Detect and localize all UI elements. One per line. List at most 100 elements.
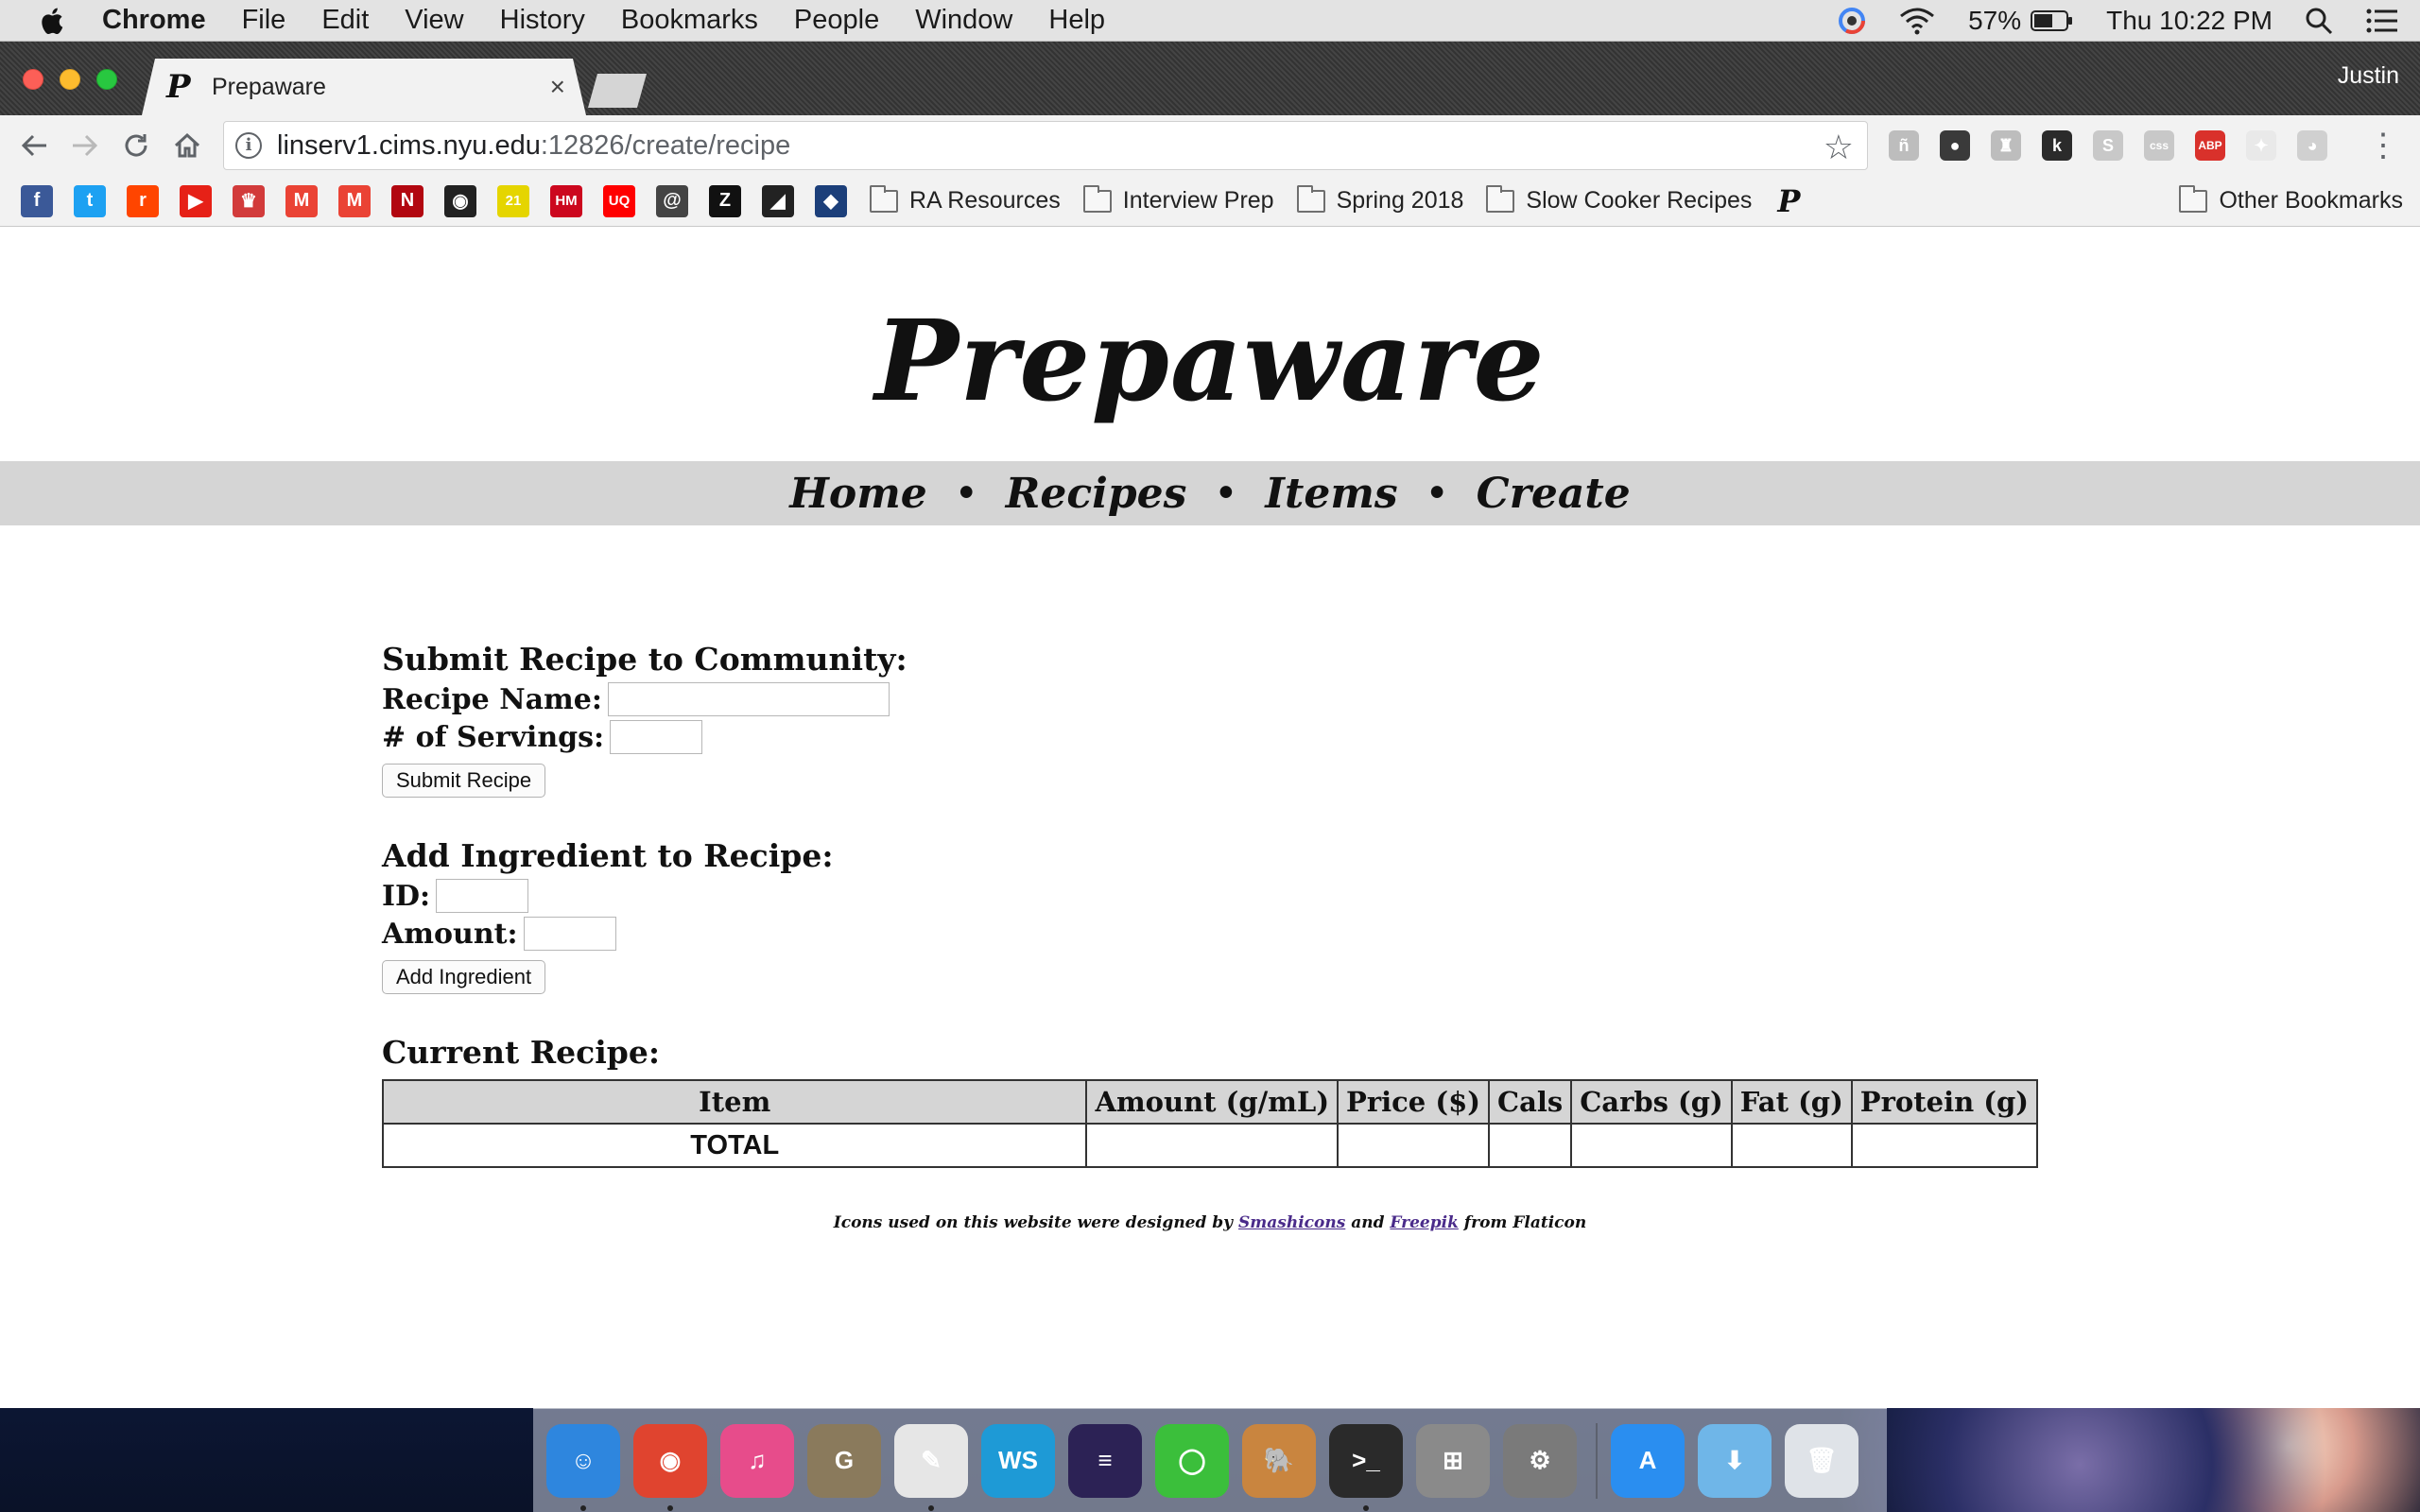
forward-arrow-icon[interactable] (66, 127, 104, 164)
green-ring-dock-icon[interactable]: ◯ (1155, 1423, 1229, 1498)
menu-window[interactable]: Window (915, 5, 1012, 36)
menu-history[interactable]: History (500, 5, 585, 36)
recipe-name-input[interactable] (607, 682, 890, 716)
bookmark-folder-slow-cooker-recipes[interactable]: Slow Cooker Recipes (1486, 184, 1752, 215)
finder-dock-icon[interactable]: ☺ (546, 1423, 620, 1511)
menu-file[interactable]: File (242, 5, 286, 36)
terminal-dock-icon[interactable]: >_ (1329, 1423, 1403, 1511)
menu-bookmarks[interactable]: Bookmarks (621, 5, 758, 36)
submit-recipe-button[interactable]: Submit Recipe (382, 764, 546, 798)
submit-recipe-heading: Submit Recipe to Community: (382, 641, 908, 678)
gmail-icon[interactable]: M (285, 184, 318, 217)
menu-help[interactable]: Help (1048, 5, 1105, 36)
trash-dock-icon[interactable]: 🗑 (1785, 1423, 1858, 1498)
adblock-plus-icon[interactable]: ABP (2195, 130, 2225, 161)
21-icon[interactable]: 21 (497, 184, 529, 217)
tab-prepaware[interactable]: P Prepaware × (142, 59, 586, 115)
ingredient-id-input[interactable] (436, 879, 529, 913)
nav-recipes-link[interactable]: Recipes (1006, 470, 1187, 518)
css-extension-icon[interactable]: css (2144, 130, 2174, 161)
readability-icon[interactable]: ñ (1889, 130, 1919, 161)
google-photos-extension-icon[interactable]: ✦ (2246, 130, 2276, 161)
menu-view[interactable]: View (405, 5, 463, 36)
profile-name-button[interactable]: Justin (2338, 62, 2399, 90)
blue-badge-icon[interactable]: ◆ (815, 184, 847, 217)
freepik-link[interactable]: Freepik (1390, 1213, 1458, 1232)
bookmark-folder-spring-2018[interactable]: Spring 2018 (1296, 184, 1463, 215)
amount-label: Amount: (382, 917, 518, 951)
smashicons-link[interactable]: Smashicons (1238, 1213, 1345, 1232)
chrome-cast-status-icon[interactable] (1838, 7, 1866, 35)
close-window-button[interactable] (23, 69, 43, 90)
add-ingredient-button[interactable]: Add Ingredient (382, 960, 546, 994)
amount-input[interactable] (523, 917, 616, 951)
clock[interactable]: Thu 10:22 PM (2106, 6, 2273, 36)
nav-separator: • (1215, 473, 1237, 513)
nav-create-link[interactable]: Create (1477, 470, 1631, 518)
system-preferences-dock-icon[interactable]: ⚙ (1503, 1423, 1577, 1498)
calculator-dock-icon[interactable]: ⊞ (1416, 1423, 1490, 1498)
prepaware-bookmark-icon[interactable]: P (1772, 183, 1805, 219)
facebook-icon[interactable]: f (21, 184, 53, 217)
uniqlo-icon[interactable]: UQ (603, 184, 635, 217)
itunes-dock-icon[interactable]: ♫ (720, 1423, 794, 1498)
zoom-window-button[interactable] (96, 69, 117, 90)
chrome-dock-icon[interactable]: ◉ (633, 1423, 707, 1511)
lamp-extension-icon[interactable]: ♜ (1991, 130, 2021, 161)
home-icon[interactable] (168, 127, 206, 164)
bookmark-star-icon[interactable]: ☆ (1824, 128, 1854, 167)
bookmark-folder-interview-prep[interactable]: Interview Prep (1082, 184, 1274, 215)
wifi-icon[interactable] (1898, 7, 1936, 35)
reddit-icon[interactable]: r (127, 184, 159, 217)
menu-edit[interactable]: Edit (321, 5, 369, 36)
gimp-dock-icon[interactable]: G (807, 1423, 881, 1498)
bookmark-folder-ra-resources[interactable]: RA Resources (870, 184, 1061, 215)
circle-icon[interactable]: ◉ (444, 184, 476, 217)
bookmark-icons: f t r ▶ ♛ M M N ◉ 21 HM UQ @ Z ◢ ◆ (0, 184, 847, 217)
column-header: Fat (g) (1730, 1079, 1853, 1125)
battery-icon[interactable] (2031, 9, 2074, 32)
webstorm-dock-icon[interactable]: WS (981, 1423, 1055, 1498)
k-extension-icon[interactable]: k (2042, 130, 2072, 161)
eclipse-dock-icon[interactable]: ≡ (1068, 1423, 1142, 1498)
crown-icon[interactable]: ♛ (233, 184, 265, 217)
diagonal-icon[interactable]: ◢ (762, 184, 794, 217)
reload-icon[interactable] (117, 127, 155, 164)
back-arrow-icon[interactable] (15, 127, 53, 164)
prepaware-favicon-icon: P (166, 68, 191, 106)
youtube-icon[interactable]: ▶ (180, 184, 212, 217)
new-tab-button[interactable] (588, 74, 647, 108)
at-icon[interactable]: @ (656, 184, 688, 217)
nav-separator: • (1426, 473, 1448, 513)
menu-app-name[interactable]: Chrome (102, 5, 206, 36)
netflix-icon[interactable]: N (391, 184, 424, 217)
site-info-icon[interactable]: i (235, 132, 262, 159)
chrome-menu-kebab-icon[interactable]: ⋮ (2367, 127, 2399, 164)
address-bar[interactable]: i linserv1.cims.nyu.edu :12826/create/re… (223, 121, 1868, 170)
servings-input[interactable] (610, 720, 703, 754)
textedit-dock-icon[interactable]: ✎ (894, 1423, 968, 1511)
downloads-dock-icon[interactable]: ⬇ (1698, 1423, 1772, 1498)
nav-home-link[interactable]: Home (789, 470, 926, 518)
apple-logo-icon[interactable] (38, 6, 64, 36)
nav-items-link[interactable]: Items (1265, 470, 1397, 518)
z-icon[interactable]: Z (709, 184, 741, 217)
sequel-pro-dock-icon[interactable]: 🐘 (1242, 1423, 1316, 1498)
green-circle-extension-icon[interactable]: ● (1940, 130, 1970, 161)
tab-close-icon[interactable]: × (550, 72, 565, 102)
menu-people[interactable]: People (794, 5, 879, 36)
minimize-window-button[interactable] (60, 69, 80, 90)
s-extension-icon[interactable]: S (2093, 130, 2123, 161)
other-bookmarks-folder[interactable]: Other Bookmarks (2179, 184, 2403, 215)
gmail-2-icon[interactable]: M (338, 184, 371, 217)
twitter-icon[interactable]: t (74, 184, 106, 217)
spotlight-search-icon[interactable] (2305, 7, 2333, 35)
reddit-extension-icon[interactable]: ◕ (2297, 130, 2327, 161)
url-path: :12826/create/recipe (540, 129, 791, 161)
hm-icon[interactable]: HM (550, 184, 582, 217)
app-store-dock-icon[interactable]: A (1611, 1423, 1685, 1498)
total-cals-cell (1487, 1123, 1573, 1168)
notification-center-icon[interactable] (2365, 8, 2399, 34)
current-recipe-table: Item Amount (g/mL) Price ($) Cals Carbs … (381, 1079, 2039, 1168)
column-header: Cals (1487, 1079, 1573, 1125)
